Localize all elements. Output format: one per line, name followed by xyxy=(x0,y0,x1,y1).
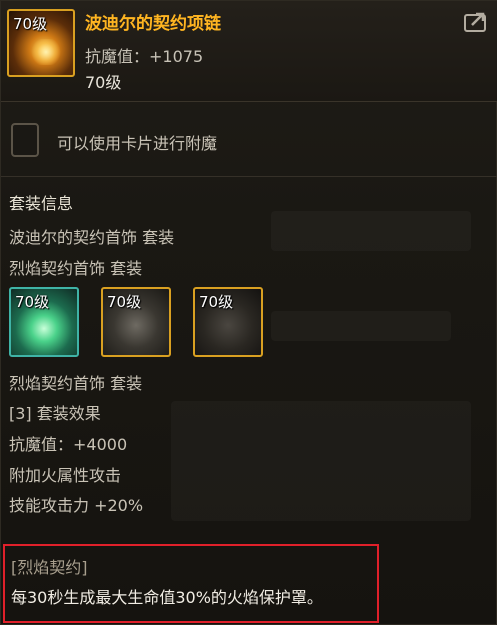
set-bonus-line-1: 抗魔值：+4000 xyxy=(9,435,128,454)
effect-name: [烈焰契约] xyxy=(11,558,88,577)
necklace-icon[interactable]: 70级 xyxy=(7,9,75,77)
item-level: 70级 xyxy=(85,73,122,92)
item-name: 波迪尔的契约项链 xyxy=(85,14,221,34)
item-tooltip: 70级 波迪尔的契约项链 抗魔值：+1075 70级 可以使用卡片进行附魔 套装… xyxy=(0,0,497,625)
set-item-slot-1[interactable]: 70级 xyxy=(9,287,79,357)
slot-level: 70级 xyxy=(199,293,234,311)
set-line-1: 波迪尔的契约首饰 套装 xyxy=(9,228,175,247)
special-effect-box: [烈焰契约] 每30秒生成最大生命值30%的火焰保护罩。 xyxy=(3,544,379,623)
item-level-tag: 70级 xyxy=(13,15,48,33)
set-item-slot-2[interactable]: 70级 xyxy=(101,287,171,357)
set-name: 烈焰契约首饰 套装 xyxy=(9,374,143,393)
set-item-slot-3[interactable]: 70级 xyxy=(193,287,263,357)
set-line-2: 烈焰契约首饰 套装 xyxy=(9,259,143,278)
slot-level: 70级 xyxy=(107,293,142,311)
item-stat: 抗魔值：+1075 xyxy=(85,47,204,66)
necklace-icon-glow xyxy=(31,39,61,65)
divider xyxy=(1,176,497,177)
set-info-title: 套装信息 xyxy=(9,194,74,213)
set-bonus-header: [3] 套装效果 xyxy=(9,404,101,423)
effect-description: 每30秒生成最大生命值30%的火焰保护罩。 xyxy=(11,588,323,607)
enchant-card-slot[interactable] xyxy=(11,123,39,157)
background-decoration xyxy=(271,211,471,251)
share-icon xyxy=(464,12,486,32)
set-bonus-line-2: 附加火属性攻击 xyxy=(9,466,122,485)
item-header: 70级 波迪尔的契约项链 抗魔值：+1075 70级 xyxy=(1,1,497,102)
share-button[interactable] xyxy=(464,11,488,33)
background-decoration xyxy=(171,401,471,521)
enchant-label: 可以使用卡片进行附魔 xyxy=(57,134,218,153)
background-decoration xyxy=(271,311,451,341)
set-bonus-line-3: 技能攻击力 +20% xyxy=(9,496,144,515)
slot-level: 70级 xyxy=(15,293,50,311)
